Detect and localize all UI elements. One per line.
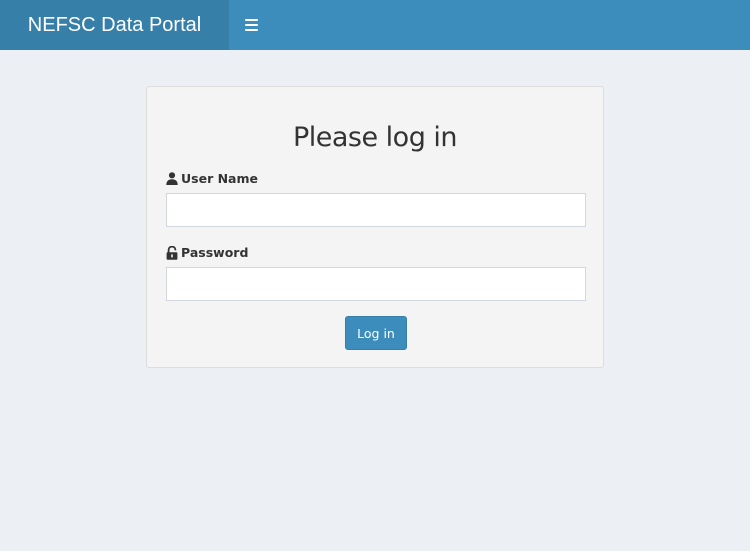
login-title: Please log in [292,122,458,153]
password-label-text: Password [181,245,249,260]
top-navbar: NEFSC Data Portal [0,0,750,50]
user-icon [166,172,178,185]
hamburger-menu-icon [244,19,258,31]
username-label-text: User Name [181,171,258,186]
login-button[interactable]: Log in [345,316,407,350]
username-label: User Name [166,171,258,186]
app-logo[interactable]: NEFSC Data Portal [0,0,229,50]
password-label: Password [166,245,248,260]
password-input[interactable] [166,267,586,301]
username-input[interactable] [166,193,586,227]
unlock-icon [166,245,178,260]
login-panel: Please log in User Name Password Log in [146,86,604,368]
sidebar-toggle-button[interactable] [229,0,273,50]
